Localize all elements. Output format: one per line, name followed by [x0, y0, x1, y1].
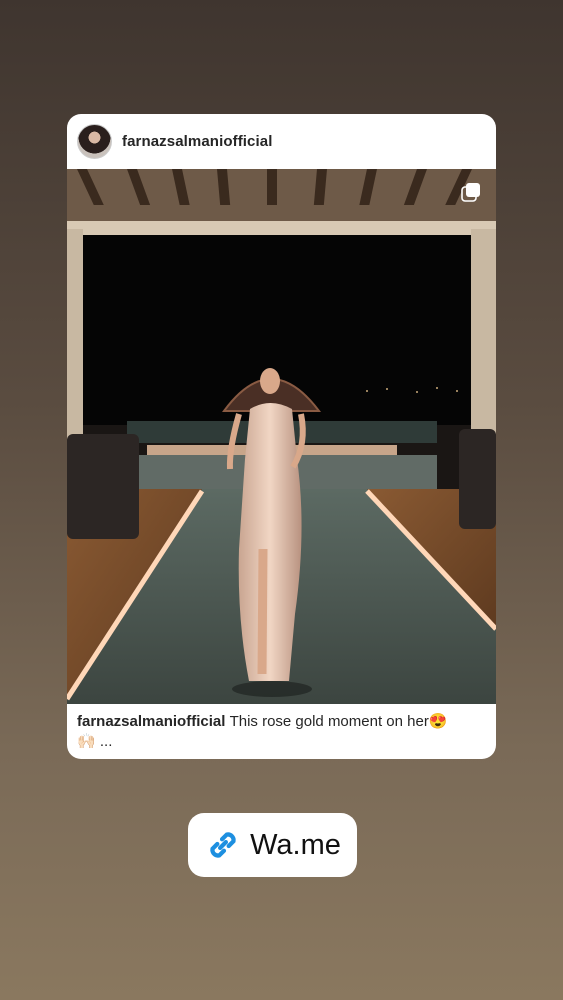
post-caption: farnazsalmaniofficial This rose gold mom…	[67, 704, 496, 752]
carousel-multiple-icon	[461, 183, 480, 202]
link-sticker[interactable]: Wa.me	[188, 813, 357, 877]
caption-emoji-heart-eyes: 😍	[428, 713, 448, 730]
link-sticker-label: Wa.me	[250, 828, 341, 861]
post-username[interactable]: farnazsalmaniofficial	[122, 133, 272, 150]
link-icon	[210, 832, 236, 858]
post-photo[interactable]	[67, 169, 496, 704]
caption-text: This rose gold moment on her	[229, 713, 429, 730]
photo-scene	[67, 169, 496, 704]
caption-more[interactable]: ...	[100, 733, 113, 750]
profile-avatar[interactable]	[77, 124, 112, 159]
post-header: farnazsalmaniofficial	[67, 114, 496, 169]
shared-post-card[interactable]: farnazsalmaniofficial farnazsalmanioffic…	[67, 114, 496, 759]
caption-username[interactable]: farnazsalmaniofficial	[77, 713, 230, 730]
caption-emoji-raised-hands: 🙌🏻	[77, 733, 96, 750]
